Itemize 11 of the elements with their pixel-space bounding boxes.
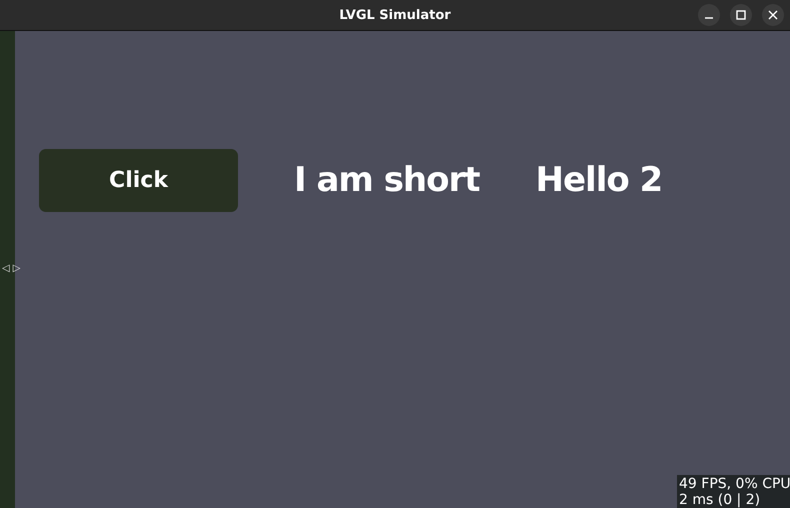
- label-text: I am short: [294, 159, 480, 202]
- minimize-icon[interactable]: [698, 4, 720, 26]
- label-text: Hello 2: [536, 159, 662, 202]
- right-arrow-icon[interactable]: ▷: [12, 263, 20, 274]
- left-arrow-icon[interactable]: ◁: [2, 263, 10, 274]
- close-icon[interactable]: [762, 4, 784, 26]
- stats-text: 49 FPS, 0% CPU: [679, 476, 790, 492]
- window-title: LVGL Simulator: [339, 8, 451, 22]
- stats-text: 2 ms (0 | 2): [679, 492, 762, 508]
- maximize-icon[interactable]: [730, 4, 752, 26]
- click-button[interactable]: Click: [39, 149, 238, 212]
